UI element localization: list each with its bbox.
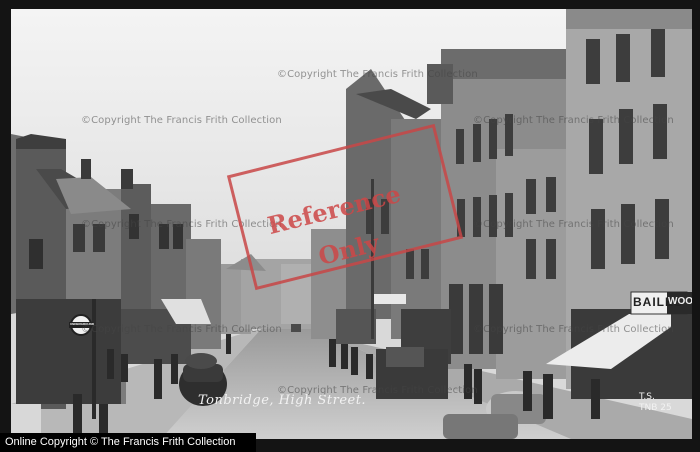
negative-number-line1: T.S. <box>639 392 655 402</box>
copyright-watermark: ©Copyright The Francis Frith Collection <box>277 69 478 80</box>
copyright-watermark: ©Copyright The Francis Frith Collection <box>473 324 674 335</box>
photo-frame: BAILES WOO UNDERGROUND ©Copyright The Fr… <box>0 0 700 452</box>
negative-number: T.S. TNB 25 <box>639 392 672 414</box>
negative-number-line2: TNB 25 <box>639 403 672 413</box>
copyright-watermark: ©Copyright The Francis Frith Collection <box>81 324 282 335</box>
shop-sign-woolworth: WOO <box>668 296 692 307</box>
copyright-bar: Online Copyright © The Francis Frith Col… <box>0 433 256 452</box>
photo-caption: Tonbridge, High Street. <box>198 393 367 408</box>
copyright-watermark: ©Copyright The Francis Frith Collection <box>81 115 282 126</box>
copyright-watermark: ©Copyright The Francis Frith Collection <box>473 219 674 230</box>
copyright-watermark: ©Copyright The Francis Frith Collection <box>473 115 674 126</box>
